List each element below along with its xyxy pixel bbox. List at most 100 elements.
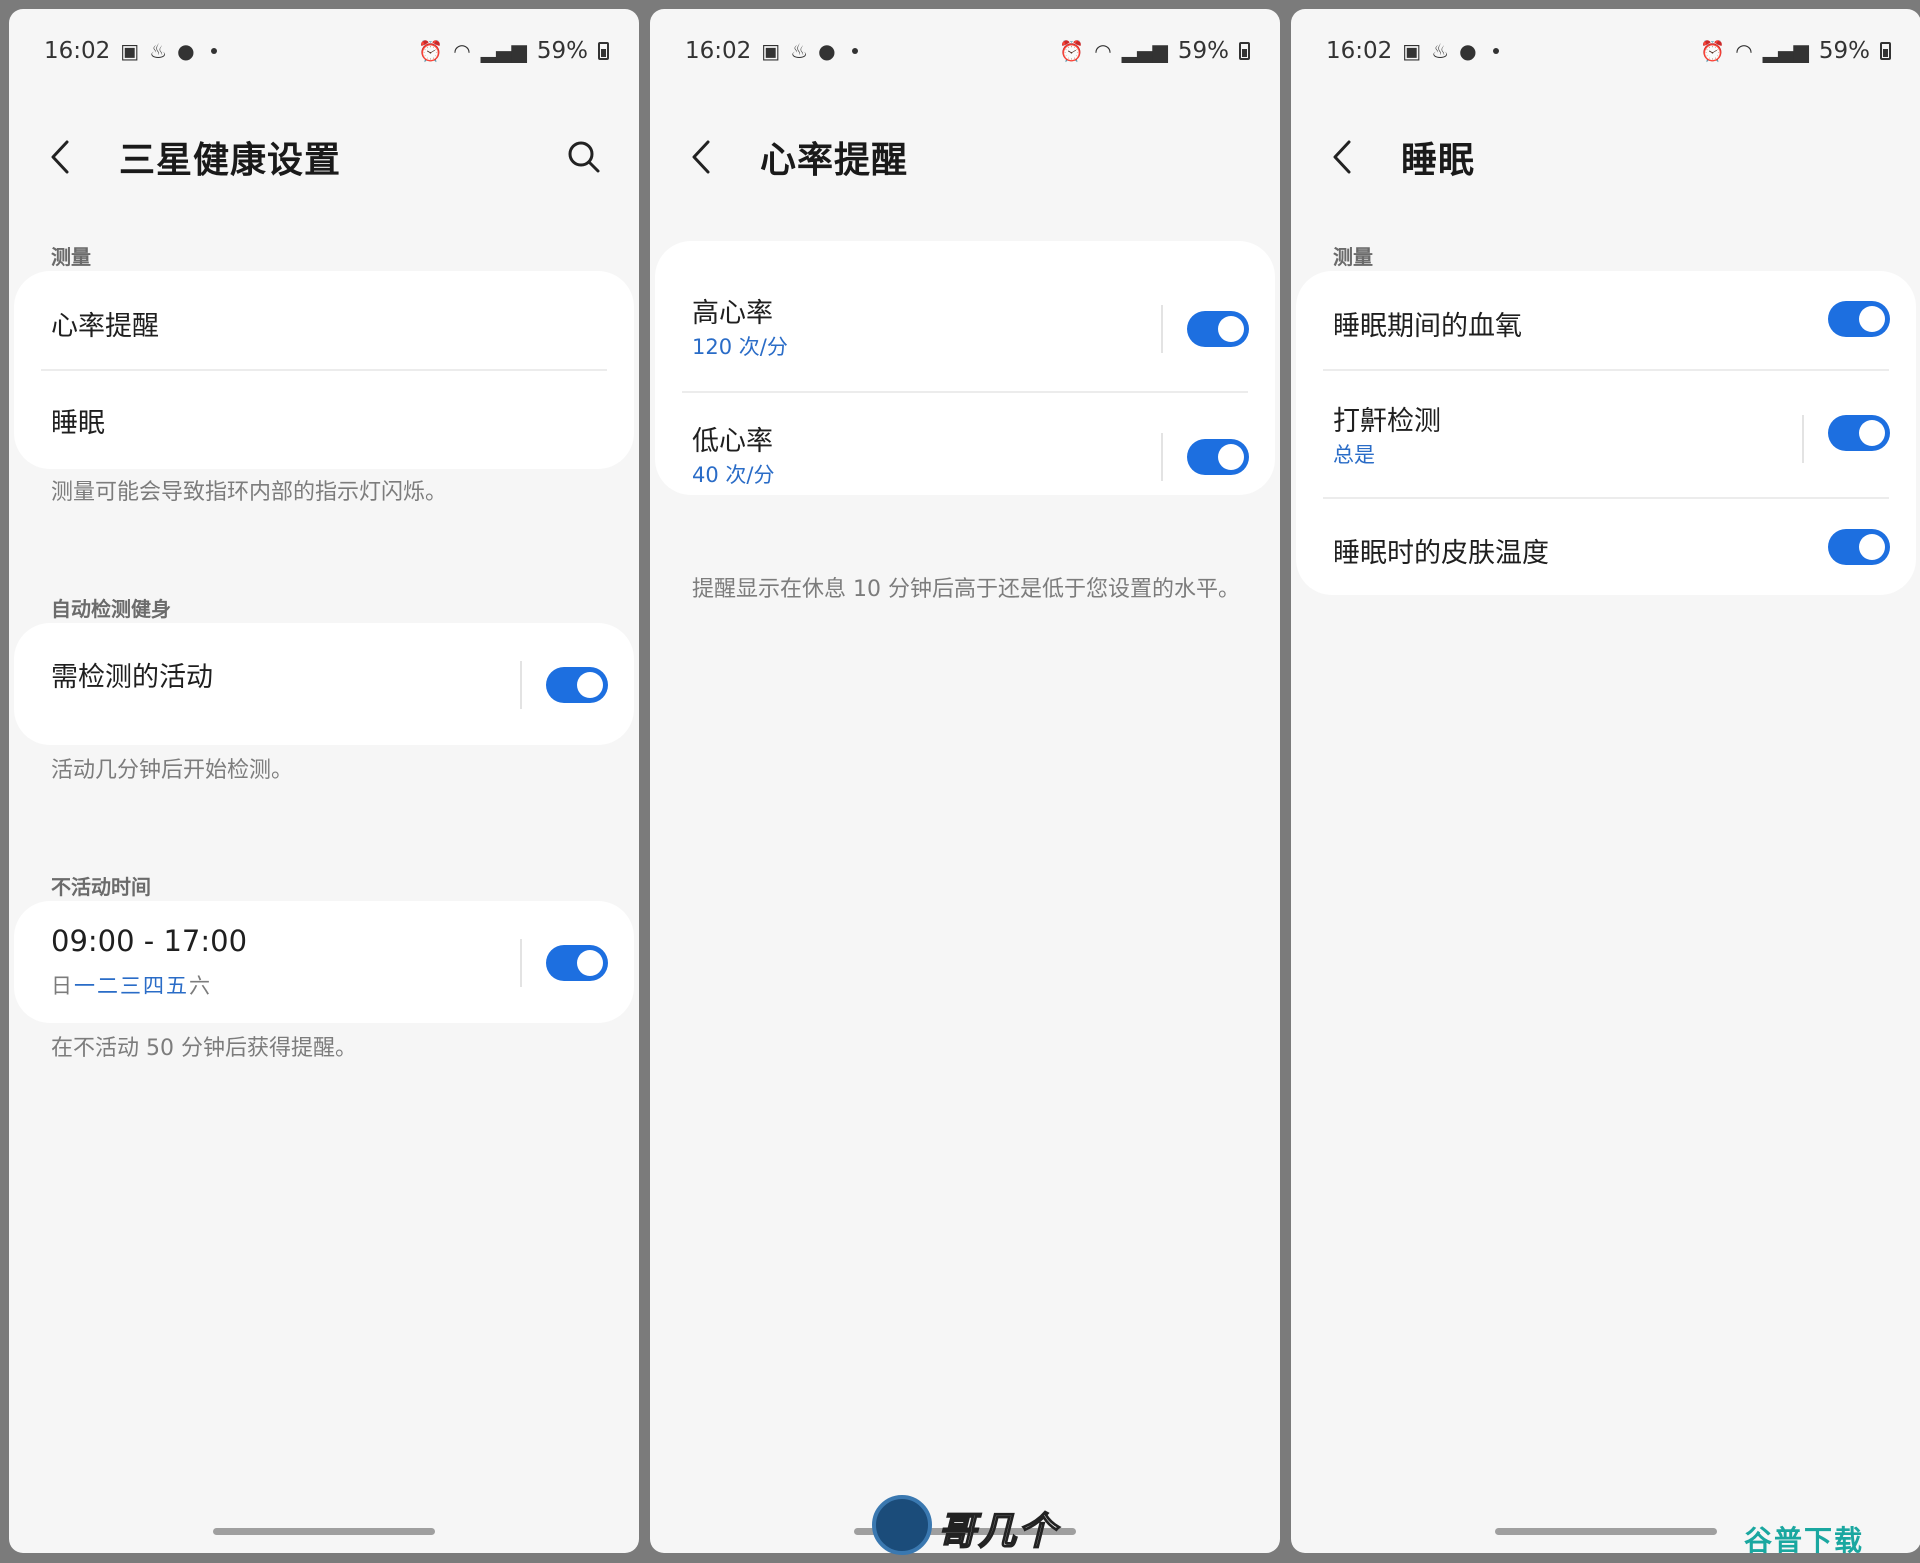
vertical-separator	[1161, 305, 1163, 353]
more-dot-icon	[1492, 48, 1499, 54]
vertical-separator	[1161, 433, 1163, 481]
home-indicator[interactable]	[1495, 1528, 1717, 1535]
list-item-activities-to-detect[interactable]: 需检测的活动	[14, 623, 634, 745]
list-item-heart-rate-alert[interactable]: 心率提醒	[14, 271, 634, 369]
gallery-icon: ▣	[1402, 39, 1422, 63]
wifi-icon: ◠	[453, 39, 471, 63]
day-sun: 日	[51, 974, 72, 998]
battery-icon	[1880, 42, 1891, 60]
day-mon: 一	[74, 974, 95, 998]
vertical-separator	[520, 939, 522, 987]
alarm-icon: ⏰	[418, 39, 444, 63]
screen-sleep: 16:02 ▣ ♨ ● ⏰ ◠ ▂▄▆ 59% 睡眠 测量 睡眠期间的血氧 打鼾…	[1291, 9, 1920, 1553]
toggle-inactive-time[interactable]	[546, 945, 608, 981]
battery-percent: 59%	[536, 38, 588, 64]
list-item-skin-temperature[interactable]: 睡眠时的皮肤温度	[1296, 499, 1916, 595]
screen-heart-rate-alert: 16:02 ▣ ♨ ● ⏰ ◠ ▂▄▆ 59% 心率提醒 高心率 120 次/分…	[650, 9, 1280, 1553]
list-item-label: 睡眠期间的血氧	[1333, 311, 1522, 342]
section-label-measure: 测量	[51, 245, 91, 269]
more-dot-icon	[210, 48, 217, 54]
section-label-auto-detect: 自动检测健身	[51, 597, 171, 621]
list-item-label: 低心率	[692, 426, 773, 457]
signal-icon: ▂▄▆	[1121, 39, 1168, 63]
toggle-snore-detection[interactable]	[1828, 415, 1890, 451]
measure-hint: 测量可能会导致指环内部的指示灯闪烁。	[51, 480, 448, 505]
signal-icon: ▂▄▆	[480, 39, 527, 63]
sleep-measure-card: 睡眠期间的血氧 打鼾检测 总是 睡眠时的皮肤温度	[1296, 271, 1916, 595]
list-item-value: 40 次/分	[692, 463, 775, 487]
page-title: 心率提醒	[760, 140, 909, 181]
screen-health-settings: 16:02 ▣ ♨ ● ⏰ ◠ ▂▄▆ 59% 三星健康设置 测量 心率提醒 睡…	[9, 9, 639, 1553]
list-item-label: 高心率	[692, 298, 773, 329]
page-title: 睡眠	[1401, 140, 1476, 181]
toggle-skin-temperature[interactable]	[1828, 529, 1890, 565]
watermark-site: 谷普下载	[1744, 1524, 1865, 1557]
page-title: 三星健康设置	[119, 140, 342, 181]
list-item-low-heart-rate[interactable]: 低心率 40 次/分	[655, 393, 1275, 519]
status-time: 16:02	[44, 38, 111, 64]
list-item-label: 心率提醒	[51, 311, 159, 342]
list-item-label: 打鼾检测	[1333, 406, 1441, 437]
status-bar: 16:02 ▣ ♨ ● ⏰ ◠ ▂▄▆ 59%	[1326, 29, 1891, 73]
wifi-icon: ◠	[1094, 39, 1112, 63]
signal-icon: ▂▄▆	[1762, 39, 1809, 63]
gallery-icon: ▣	[120, 39, 140, 63]
activity-icon: ♨	[790, 39, 809, 63]
back-icon[interactable]	[1331, 137, 1371, 177]
vertical-separator	[1802, 415, 1804, 463]
day-wed: 三	[120, 974, 141, 998]
watermark-logo	[872, 1495, 932, 1555]
alarm-icon: ⏰	[1700, 39, 1726, 63]
toggle-blood-oxygen[interactable]	[1828, 301, 1890, 337]
list-item-value: 总是	[1333, 443, 1375, 467]
inactive-time-card: 09:00 - 17:00 日一二三四五六	[14, 901, 634, 1023]
bulb-icon: ●	[1459, 39, 1477, 63]
gallery-icon: ▣	[761, 39, 781, 63]
day-sat: 六	[189, 974, 210, 998]
activity-icon: ♨	[1431, 39, 1450, 63]
list-item-blood-oxygen[interactable]: 睡眠期间的血氧	[1296, 271, 1916, 369]
heart-rate-card: 高心率 120 次/分 低心率 40 次/分	[655, 241, 1275, 495]
status-time: 16:02	[1326, 38, 1393, 64]
auto-detect-card: 需检测的活动	[14, 623, 634, 745]
day-fri: 五	[166, 974, 187, 998]
back-icon[interactable]	[690, 137, 730, 177]
header: 心率提醒	[690, 127, 1245, 187]
header: 三星健康设置	[49, 127, 604, 187]
list-item-label: 需检测的活动	[51, 662, 213, 693]
toggle-low-heart-rate[interactable]	[1187, 439, 1249, 475]
list-item-label: 睡眠	[51, 408, 105, 439]
vertical-separator	[520, 661, 522, 709]
search-icon[interactable]	[564, 137, 604, 177]
activity-icon: ♨	[149, 39, 168, 63]
toggle-high-heart-rate[interactable]	[1187, 311, 1249, 347]
status-time: 16:02	[685, 38, 752, 64]
list-item-label: 睡眠时的皮肤温度	[1333, 538, 1549, 569]
watermark-brand: 哥几个	[937, 1508, 1059, 1554]
list-item-value: 120 次/分	[692, 335, 788, 359]
measure-card: 心率提醒 睡眠	[14, 271, 634, 469]
status-bar: 16:02 ▣ ♨ ● ⏰ ◠ ▂▄▆ 59%	[685, 29, 1250, 73]
battery-icon	[598, 42, 609, 60]
list-item-high-heart-rate[interactable]: 高心率 120 次/分	[655, 241, 1275, 367]
inactive-time-range: 09:00 - 17:00	[51, 924, 248, 958]
battery-percent: 59%	[1818, 38, 1870, 64]
section-label-inactive-time: 不活动时间	[51, 875, 151, 899]
more-dot-icon	[851, 48, 858, 54]
battery-percent: 59%	[1177, 38, 1229, 64]
list-item-sleep[interactable]: 睡眠	[14, 371, 634, 469]
back-icon[interactable]	[49, 137, 89, 177]
heart-rate-hint: 提醒显示在休息 10 分钟后高于还是低于您设置的水平。	[692, 577, 1240, 602]
header: 睡眠	[1331, 127, 1886, 187]
status-bar: 16:02 ▣ ♨ ● ⏰ ◠ ▂▄▆ 59%	[44, 29, 609, 73]
day-tue: 二	[97, 974, 118, 998]
list-item-inactive-time[interactable]: 09:00 - 17:00 日一二三四五六	[14, 901, 634, 1023]
toggle-activities-to-detect[interactable]	[546, 667, 608, 703]
home-indicator[interactable]	[213, 1528, 435, 1535]
auto-detect-hint: 活动几分钟后开始检测。	[51, 758, 294, 783]
battery-icon	[1239, 42, 1250, 60]
inactive-days: 日一二三四五六	[51, 970, 212, 1000]
bulb-icon: ●	[818, 39, 836, 63]
alarm-icon: ⏰	[1059, 39, 1085, 63]
list-item-snore-detection[interactable]: 打鼾检测 总是	[1296, 371, 1916, 497]
